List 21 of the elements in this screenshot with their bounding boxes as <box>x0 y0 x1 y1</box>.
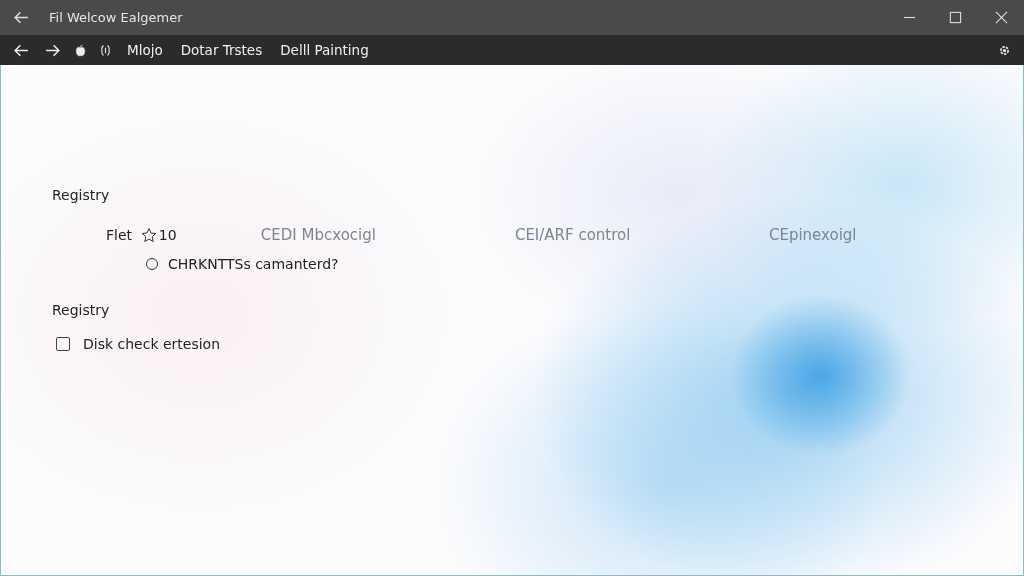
checkbox[interactable] <box>56 337 70 351</box>
window-title: Fil Welcow Ealgemer <box>49 10 183 25</box>
toolbar-button[interactable]: Mlojo <box>125 42 165 58</box>
section-heading: Registry <box>52 187 111 203</box>
toolbar-button[interactable]: Delll Painting <box>278 42 371 58</box>
bracket-icon[interactable] <box>100 43 111 57</box>
radio-label: CHRKNTTSs camanterd? <box>168 256 339 272</box>
checkbox-label: Disk check ertesion <box>83 336 221 352</box>
toolbar-button[interactable]: Dotar Trstes <box>178 42 265 58</box>
count-text: 10 <box>158 227 177 243</box>
settings-icon[interactable] <box>998 43 1011 57</box>
close-icon[interactable] <box>995 11 1008 24</box>
star-icon <box>140 227 157 243</box>
apple-icon[interactable] <box>75 43 86 57</box>
maximize-icon[interactable] <box>949 11 962 24</box>
row-label: Flet <box>106 227 134 243</box>
section-heading: Registry <box>52 302 111 318</box>
column-label: CEpinexoigl <box>768 226 858 244</box>
column-label: CEDI Mbcxocigl <box>260 226 377 244</box>
back-arrow-icon[interactable] <box>13 9 30 26</box>
column-label: CEI/ARF control <box>514 226 632 244</box>
